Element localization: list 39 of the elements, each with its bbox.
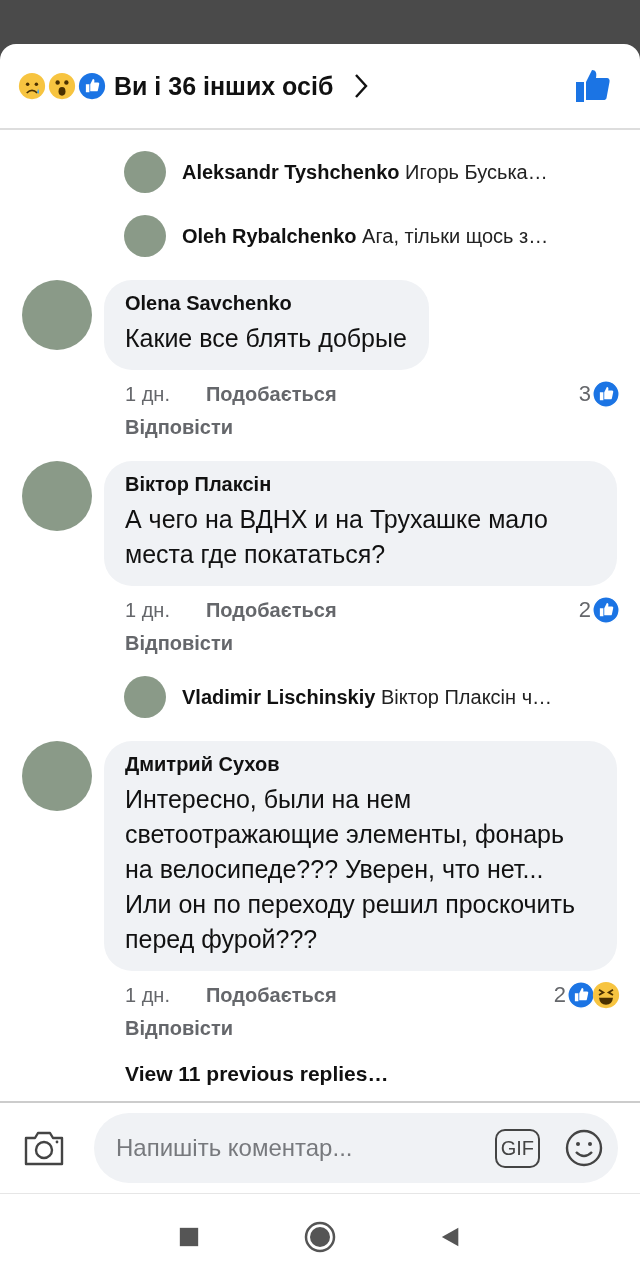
like-link[interactable]: Подобається [205,983,337,1007]
reactions-summary[interactable]: Ви і 36 інших осіб [114,71,334,101]
like-link[interactable]: Подобається [205,382,337,406]
surprised-emoji-icon [48,72,76,100]
comment-time: 1 дн. [125,598,170,622]
avatar[interactable] [124,676,166,718]
comment-author[interactable]: Дмитрий Сухов [125,753,595,776]
reaction-count[interactable]: 2 [578,597,591,623]
comment-text: А чего на ВДНХ и на Трухашке мало места где покататься? [125,504,550,570]
laughing-emoji-icon [592,981,620,1009]
view-previous-replies-link[interactable]: View 11 previous replies… [0,1050,640,1098]
avatar[interactable] [124,151,166,193]
reply-preview[interactable]: Oleh Rybalchenko Ага, тільки щось з… [182,224,549,248]
reply-link[interactable]: Відповісти [104,1009,234,1040]
comment-author[interactable]: Olena Savchenko [125,292,407,315]
reaction-count[interactable]: 3 [578,381,591,407]
like-reaction-icon [78,72,106,100]
avatar[interactable] [124,215,166,257]
like-reaction-icon [592,380,620,408]
reply-preview[interactable]: Aleksandr Tyshchenko Игорь Буська… [182,160,548,184]
recent-apps-icon[interactable] [178,1226,200,1248]
like-link[interactable]: Подобається [205,598,337,622]
comment-author[interactable]: Віктор Плаксін [125,473,595,496]
comment-input-field[interactable]: Напишіть коментар... GIF [94,1113,618,1183]
comment-text: Интересно, были на нем светоотражающие элементы, фонарь на велосипеде??? Уверен, что нет... Или он по переходу решил проскочить перед фурой??? [125,784,577,955]
sad-emoji-icon [18,72,46,100]
comment-time: 1 дн. [125,983,170,1007]
smiley-icon[interactable] [564,1128,604,1168]
chevron-right-icon[interactable] [353,72,370,100]
reply-preview[interactable]: Vladimir Lischinskiy Віктор Плаксін ч… [182,685,553,709]
home-icon[interactable] [304,1221,336,1253]
reply-link[interactable]: Відповісти [104,408,234,439]
comment-text: Какие все блять добрые [125,323,407,354]
like-reaction-icon [567,981,595,1009]
reaction-count[interactable]: 2 [553,982,566,1008]
gif-button[interactable]: GIF [494,1128,540,1168]
like-reaction-icon [592,596,620,624]
comment-time: 1 дн. [125,382,170,406]
reply-link[interactable]: Відповісти [104,624,234,655]
